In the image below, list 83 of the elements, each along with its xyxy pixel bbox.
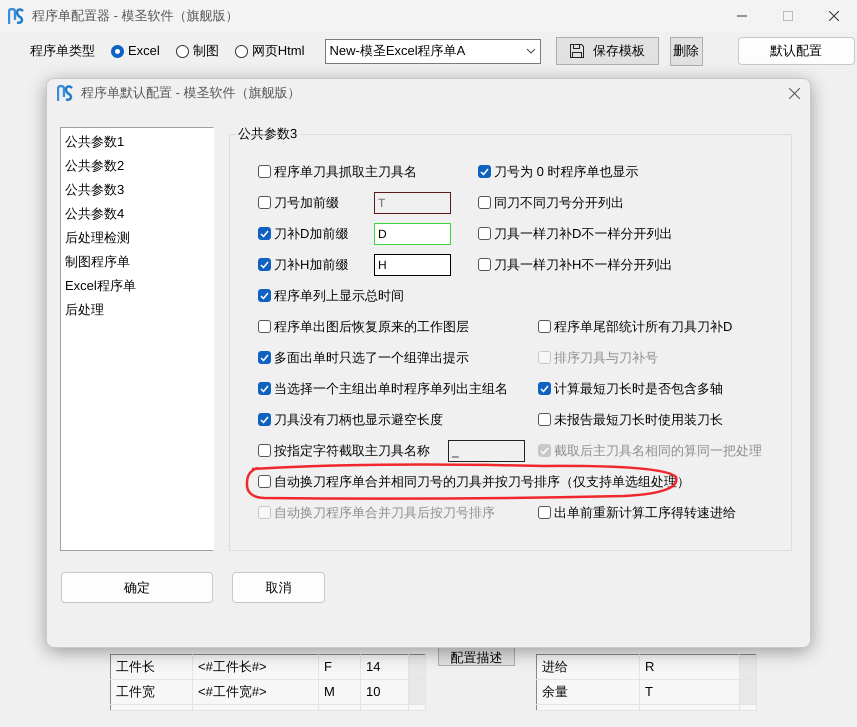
checkbox[interactable]: [258, 320, 271, 333]
text-field[interactable]: H: [374, 254, 451, 276]
checkbox-label: 多面出单时只选了一个组弹出提示: [274, 348, 469, 367]
checkbox[interactable]: [538, 382, 551, 395]
radio-button[interactable]: [234, 44, 248, 58]
checkbox[interactable]: [258, 227, 271, 240]
radio-label: 网页Html: [252, 42, 305, 60]
checkbox-label: 程序单尾部统计所有刀具刀补D: [554, 318, 732, 336]
checkbox-label: 刀补D加前缀: [274, 224, 348, 243]
table-cell: <#工件宽#>: [192, 680, 318, 704]
category-item[interactable]: 制图程序单: [61, 250, 213, 274]
checkbox[interactable]: [258, 413, 271, 426]
checkbox[interactable]: [258, 444, 271, 457]
checkbox[interactable]: [258, 165, 271, 178]
checkbox[interactable]: [538, 506, 551, 519]
cancel-button[interactable]: 取消: [232, 572, 325, 603]
checkbox-label: 未报告最短刀长时使用装刀长: [554, 410, 723, 429]
table-cell: F: [318, 654, 360, 680]
checkbox-label: 截取后主刀具名相同的算同一把处理: [554, 442, 762, 460]
checkbox-label: 刀补H加前缀: [274, 256, 348, 274]
checkbox-label: 当选择一个主组出单时程序单列出主组名: [274, 380, 508, 398]
checkbox-label: 同刀不同刀号分开列出: [494, 194, 624, 212]
window-title: 程序单配置器 - 模圣软件（旗舰版）: [32, 7, 240, 26]
checkbox-label: 刀具一样刀补H不一样分开列出: [494, 256, 672, 274]
close-icon[interactable]: [829, 11, 839, 21]
checkbox-label: 排序刀具与刀补号: [554, 348, 658, 367]
radio-button[interactable]: [176, 44, 189, 58]
checkbox[interactable]: [478, 165, 491, 178]
table-cell: M: [318, 680, 360, 704]
checkbox[interactable]: [258, 289, 271, 302]
category-item[interactable]: 后处理检测: [61, 226, 213, 250]
default-config-button[interactable]: 默认配置: [738, 37, 855, 65]
table-cell: 工件宽: [110, 680, 192, 704]
checkbox-label: 刀号加前缀: [274, 194, 339, 212]
checkbox[interactable]: [258, 475, 271, 488]
table-cell: 工件长: [110, 654, 192, 680]
checkbox[interactable]: [538, 413, 551, 426]
template-dropdown[interactable]: New-模圣Excel程序单A: [324, 38, 541, 64]
text-field[interactable]: _: [448, 440, 525, 462]
category-item[interactable]: 公共参数1: [61, 130, 213, 154]
app-logo-icon: [57, 84, 73, 102]
type-label: 程序单类型: [30, 42, 95, 60]
config-description-button[interactable]: 配置描述: [438, 647, 515, 666]
checkbox-label: 程序单出图后恢复原来的工作图层: [274, 318, 469, 336]
checkbox-label: 按指定字符截取主刀具名称: [274, 442, 430, 460]
radio-label: 制图: [192, 42, 219, 60]
app-logo-icon: [8, 8, 24, 24]
checkbox-label: 刀号为 0 时程序单也显示: [494, 162, 638, 181]
checkbox[interactable]: [538, 320, 551, 333]
save-template-button[interactable]: 保存模板: [556, 37, 659, 65]
checkbox-label: 程序单列上显示总时间: [274, 286, 404, 305]
category-item[interactable]: 公共参数4: [61, 202, 213, 226]
category-item[interactable]: 公共参数3: [61, 178, 213, 202]
checkbox[interactable]: [258, 382, 271, 395]
checkbox-label: 刀具没有刀柄也显示避空长度: [274, 410, 443, 429]
checkbox-label: 出单前重新计算工序得转速进给: [554, 504, 736, 522]
radio-button[interactable]: [111, 44, 124, 58]
checkbox[interactable]: [258, 351, 271, 364]
radio-label: Excel: [128, 42, 160, 60]
table-cell: T: [640, 680, 740, 704]
checkbox-label: 计算最短刀长时是否包含多轴: [554, 380, 723, 398]
checkbox-label: 程序单刀具抓取主刀具名: [274, 162, 417, 181]
text-field[interactable]: D: [374, 222, 451, 244]
table-cell: R: [640, 654, 740, 680]
table-cell: 进给: [536, 654, 640, 680]
checkbox[interactable]: [258, 196, 271, 209]
category-item[interactable]: Excel程序单: [61, 274, 213, 298]
checkbox[interactable]: [478, 227, 491, 240]
category-item[interactable]: 后处理: [61, 298, 213, 322]
checkbox[interactable]: [258, 258, 271, 271]
checkbox[interactable]: [478, 196, 491, 209]
table-cell: <#工件长#>: [192, 654, 318, 680]
chevron-down-icon[interactable]: [526, 48, 536, 54]
dialog-title: 程序单默认配置 - 模圣软件（旗舰版）: [81, 84, 302, 102]
close-icon[interactable]: [789, 88, 800, 98]
checkbox-label: 刀具一样刀补D不一样分开列出: [494, 224, 672, 243]
category-item[interactable]: 公共参数2: [61, 154, 213, 178]
checkbox-label: 自动换刀程序单合并刀具后按刀号排序: [274, 504, 495, 522]
group-title: 公共参数3: [236, 126, 300, 142]
checkbox[interactable]: [478, 258, 491, 271]
ok-button[interactable]: 确定: [61, 572, 213, 603]
table-cell: 余量: [536, 680, 640, 704]
delete-button[interactable]: 删除: [670, 36, 703, 66]
